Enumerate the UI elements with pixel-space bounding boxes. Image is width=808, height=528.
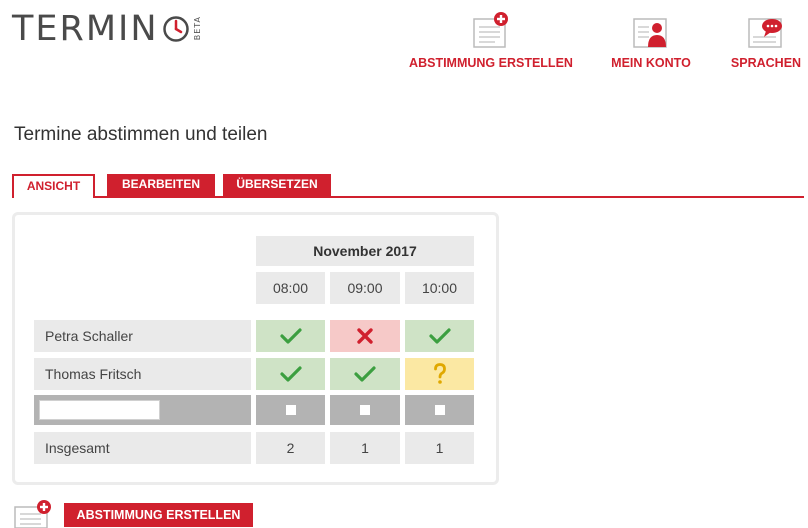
beta-badge: BETA xyxy=(192,16,202,41)
new-vote-cell xyxy=(256,395,325,425)
nav-languages[interactable]: SPRACHEN xyxy=(724,10,808,70)
nav-my-account[interactable]: MEIN KONTO xyxy=(603,10,699,70)
nav-languages-label: SPRACHEN xyxy=(730,56,802,70)
poll-month-header: November 2017 xyxy=(256,236,474,266)
vote-yes xyxy=(256,358,325,390)
cross-icon xyxy=(357,328,373,344)
vote-yes xyxy=(330,358,400,390)
check-icon xyxy=(279,328,302,344)
logo-wordmark: TERMIN xyxy=(12,9,159,49)
time-header: 09:00 xyxy=(330,272,400,304)
new-vote-cell xyxy=(405,395,474,425)
new-vote-checkbox[interactable] xyxy=(285,405,296,415)
new-vote-cell xyxy=(330,395,400,425)
nav-create-poll[interactable]: ABSTIMMUNG ERSTELLEN xyxy=(403,10,579,70)
logo[interactable]: TERMIN BETA xyxy=(12,6,202,52)
totals-label: Insgesamt xyxy=(34,432,251,464)
total-count: 1 xyxy=(405,432,474,464)
tab-edit[interactable]: BEARBEITEN xyxy=(107,174,215,197)
nav-create-poll-label: ABSTIMMUNG ERSTELLEN xyxy=(409,56,573,70)
check-icon xyxy=(354,366,376,382)
languages-icon xyxy=(748,18,782,48)
tab-bar: ANSICHT BEARBEITEN ÜBERSETZEN xyxy=(12,174,804,198)
check-icon xyxy=(428,328,451,344)
clock-icon xyxy=(162,16,189,42)
nav-my-account-label: MEIN KONTO xyxy=(611,56,691,70)
total-count: 1 xyxy=(330,432,400,464)
new-vote-checkbox[interactable] xyxy=(360,405,370,415)
time-header: 08:00 xyxy=(256,272,325,304)
vote-maybe xyxy=(405,358,474,390)
create-poll-icon[interactable] xyxy=(14,499,56,528)
tab-view[interactable]: ANSICHT xyxy=(12,174,95,198)
create-poll-button[interactable]: ABSTIMMUNG ERSTELLEN xyxy=(64,503,253,527)
vote-yes xyxy=(405,320,474,352)
check-icon xyxy=(279,366,302,382)
vote-yes xyxy=(256,320,325,352)
participant-name: Petra Schaller xyxy=(34,320,251,352)
vote-no xyxy=(330,320,400,352)
account-icon xyxy=(633,18,667,48)
participant-name: Thomas Fritsch xyxy=(34,358,251,390)
question-mark-icon xyxy=(433,363,446,384)
new-vote-checkbox[interactable] xyxy=(434,405,445,415)
time-header: 10:00 xyxy=(405,272,474,304)
new-participant-name-input[interactable] xyxy=(39,400,160,420)
create-poll-icon xyxy=(473,12,508,48)
tab-translate[interactable]: ÜBERSETZEN xyxy=(223,174,331,197)
page-title: Termine abstimmen und teilen xyxy=(14,124,268,145)
total-count: 2 xyxy=(256,432,325,464)
